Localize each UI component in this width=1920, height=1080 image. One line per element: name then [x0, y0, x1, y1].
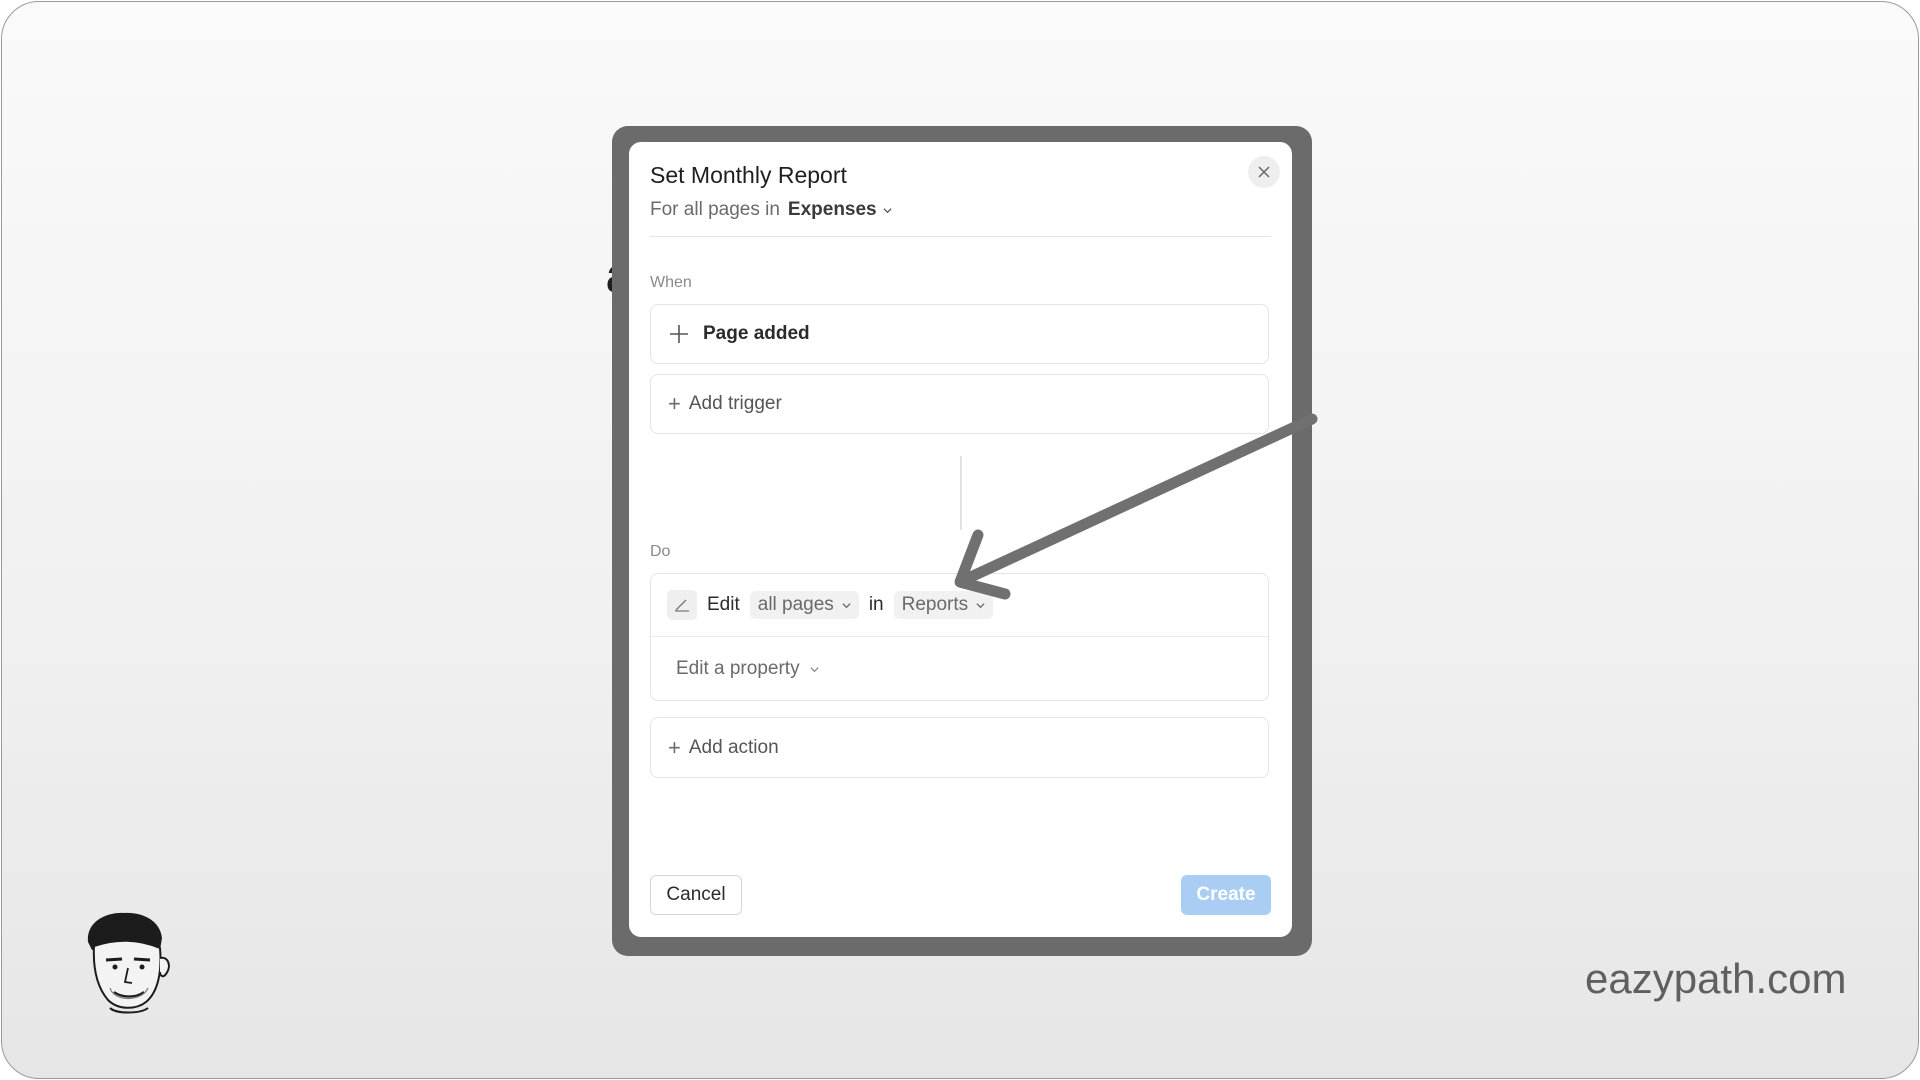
annotation-arrow: [954, 413, 1318, 600]
screen-frame: a To Set Monthly Report For all pages in…: [1, 1, 1919, 1079]
avatar-illustration: [87, 912, 170, 1014]
watermark-text: eazypath.com: [1585, 955, 1847, 1002]
